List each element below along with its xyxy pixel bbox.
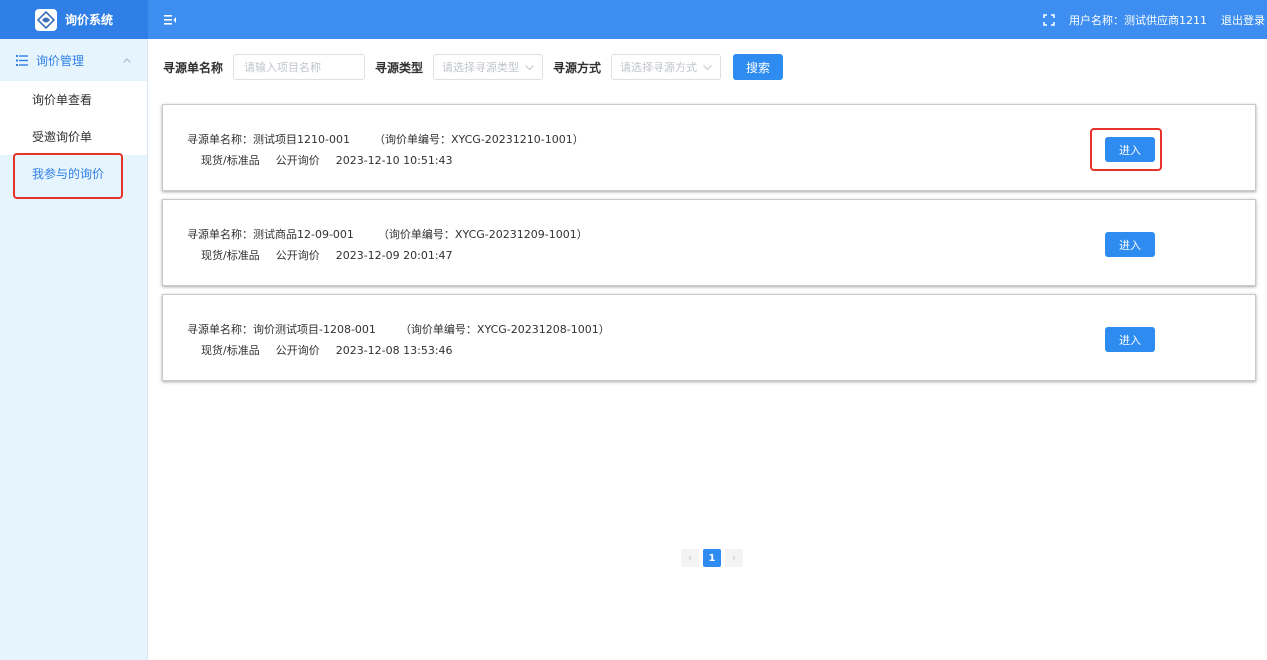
search-type-select[interactable]: 请选择寻源类型 <box>433 54 544 80</box>
search-type-placeholder: 请选择寻源类型 <box>442 61 520 74</box>
card-name: 寻源单名称：测试项目1210-001 <box>187 133 350 146</box>
card-method: 公开询价 <box>275 344 320 357</box>
sidebar-item-view-inquiry[interactable]: 询价单查看 <box>0 81 147 118</box>
enter-button[interactable]: 进入 <box>1105 232 1155 257</box>
sidebar-item-label: 我参与的询价 <box>32 167 105 181</box>
user-name-label: 用户名称：测试供应商1211 <box>1069 13 1207 27</box>
header-right: 用户名称：测试供应商1211 退出登录 <box>1041 12 1267 28</box>
card-code: （询价单编号：XYCG-20231209-1001） <box>377 228 588 241</box>
pagination: ‹ 1 › <box>681 549 743 567</box>
sidebar-submenu: 询价单查看 受邀询价单 我参与的询价 <box>0 81 147 192</box>
card-code: （询价单编号：XYCG-20231210-1001） <box>373 133 584 146</box>
enter-button[interactable]: 进入 <box>1105 137 1155 162</box>
search-name-label: 寻源单名称 <box>163 60 224 75</box>
search-name-input[interactable] <box>233 54 366 80</box>
prev-page-button[interactable]: ‹ <box>681 549 699 567</box>
card-time: 2023-12-09 20:01:47 <box>335 249 453 262</box>
list-icon <box>16 54 28 66</box>
menu-collapse-icon[interactable] <box>162 12 178 28</box>
card-code: （询价单编号：XYCG-20231208-1001） <box>399 323 610 336</box>
card-method: 公开询价 <box>275 249 320 262</box>
card-meta-line: 现货/标准品 公开询价 2023-12-08 13:53:46 <box>201 342 469 358</box>
card-category: 现货/标准品 <box>201 344 260 357</box>
enter-button[interactable]: 进入 <box>1105 327 1155 352</box>
card-title-line: 寻源单名称：测试商品12-09-001 （询价单编号：XYCG-20231209-… <box>187 226 588 242</box>
search-button[interactable]: 搜索 <box>733 54 784 80</box>
card-method: 公开询价 <box>275 154 320 167</box>
card-category: 现货/标准品 <box>201 249 260 262</box>
sidebar-group-inquiry[interactable]: 询价管理 <box>0 39 147 81</box>
search-method-placeholder: 请选择寻源方式 <box>620 61 698 74</box>
card-title-line: 寻源单名称：测试项目1210-001 （询价单编号：XYCG-20231210-1… <box>187 131 584 147</box>
card-name: 寻源单名称：测试商品12-09-001 <box>187 228 354 241</box>
logo-area: 询价系统 <box>0 0 148 39</box>
card-time: 2023-12-08 13:53:46 <box>335 344 453 357</box>
chevron-down-icon <box>703 62 712 73</box>
app-title: 询价系统 <box>64 13 113 27</box>
page-number-current[interactable]: 1 <box>703 549 721 567</box>
sidebar-item-label: 受邀询价单 <box>32 130 93 144</box>
card-title-line: 寻源单名称：询价测试项目-1208-001 （询价单编号：XYCG-2023120… <box>187 321 610 337</box>
inquiry-card: 寻源单名称：测试项目1210-001 （询价单编号：XYCG-20231210-1… <box>162 104 1256 191</box>
search-bar: 寻源单名称 寻源类型 请选择寻源类型 寻源方式 请选择寻源方式 搜索 <box>163 54 784 80</box>
search-method-label: 寻源方式 <box>553 60 602 75</box>
logo-icon <box>34 8 57 31</box>
sidebar-item-label: 询价单查看 <box>32 93 93 107</box>
card-category: 现货/标准品 <box>201 154 260 167</box>
card-time: 2023-12-10 10:51:43 <box>335 154 453 167</box>
card-meta-line: 现货/标准品 公开询价 2023-12-10 10:51:43 <box>201 152 469 168</box>
sidebar-item-invited-inquiry[interactable]: 受邀询价单 <box>0 118 147 155</box>
inquiry-card: 寻源单名称：询价测试项目-1208-001 （询价单编号：XYCG-2023120… <box>162 294 1256 381</box>
search-type-label: 寻源类型 <box>375 60 424 75</box>
sidebar-item-my-inquiry[interactable]: 我参与的询价 <box>0 155 147 192</box>
inquiry-card: 寻源单名称：测试商品12-09-001 （询价单编号：XYCG-20231209-… <box>162 199 1256 286</box>
chevron-up-icon <box>123 55 131 66</box>
chevron-down-icon <box>525 62 534 73</box>
search-method-select[interactable]: 请选择寻源方式 <box>611 54 722 80</box>
next-page-button[interactable]: › <box>725 549 743 567</box>
card-name: 寻源单名称：询价测试项目-1208-001 <box>187 323 376 336</box>
logout-button[interactable]: 退出登录 <box>1221 12 1265 28</box>
fullscreen-icon[interactable] <box>1041 12 1057 28</box>
sidebar: 询价管理 询价单查看 受邀询价单 我参与的询价 <box>0 39 148 660</box>
sidebar-group-label: 询价管理 <box>36 53 85 68</box>
top-header: 询价系统 用户名称：测试供应商1211 退出登录 <box>0 0 1267 39</box>
card-meta-line: 现货/标准品 公开询价 2023-12-09 20:01:47 <box>201 247 469 263</box>
